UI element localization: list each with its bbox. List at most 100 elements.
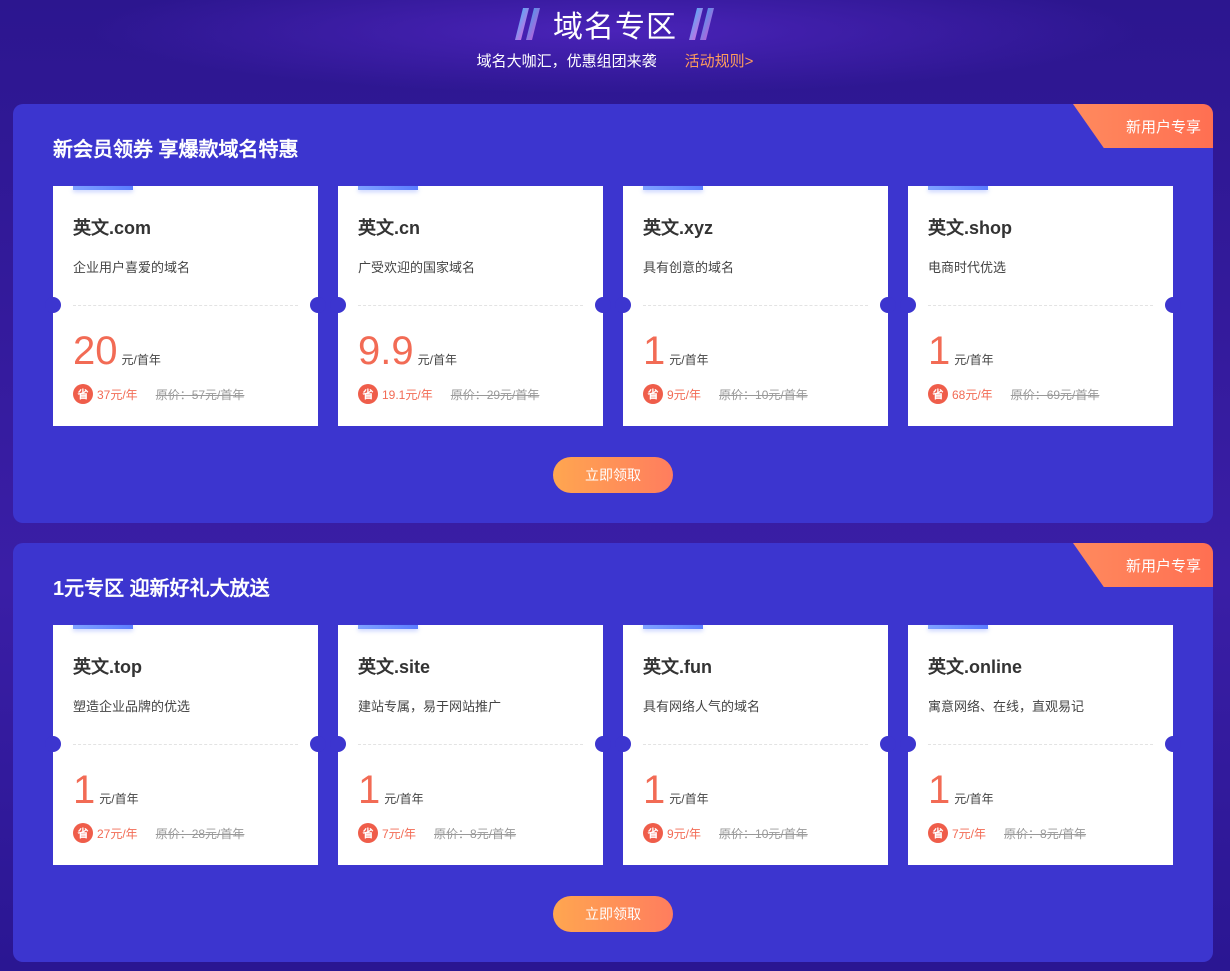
domain-card[interactable]: 英文.fun 具有网络人气的域名 1 元/首年 省 9元/年 原价：10元/首年 xyxy=(615,625,896,865)
domain-desc: 广受欢迎的国家域名 xyxy=(358,260,476,275)
card-accent-bar xyxy=(643,625,703,629)
title-row: 域名专区 xyxy=(0,2,1230,46)
divider xyxy=(643,744,868,745)
domain-card[interactable]: 英文.cn 广受欢迎的国家域名 9.9 元/首年 省 19.1元/年 原价：29… xyxy=(330,186,611,426)
domain-desc: 具有网络人气的域名 xyxy=(643,699,761,714)
price-value: 1 xyxy=(643,768,666,812)
save-row: 省 9元/年 原价：10元/首年 xyxy=(643,384,808,404)
save-icon: 省 xyxy=(643,823,663,843)
domain-desc: 塑造企业品牌的优选 xyxy=(73,699,191,714)
ticket-notch xyxy=(595,297,611,313)
domain-desc: 具有创意的域名 xyxy=(643,260,735,275)
price-unit: 元/首年 xyxy=(669,353,709,367)
divider xyxy=(73,305,298,306)
ticket-notch xyxy=(900,297,916,313)
price-value: 1 xyxy=(928,768,951,812)
domain-card[interactable]: 英文.top 塑造企业品牌的优选 1 元/首年 省 27元/年 原价：28元/首… xyxy=(45,625,326,865)
section-panel-new-member: 新会员领券 享爆款域名特惠 新用户专享 英文.com 企业用户喜爱的域名 20 … xyxy=(13,104,1213,523)
ticket-notch xyxy=(310,297,326,313)
slogan-text: 域名大咖汇，优惠组团来袭 xyxy=(476,53,657,70)
domain-name: 英文.cn xyxy=(358,218,421,238)
original-price: 原价：69元/首年 xyxy=(1010,387,1100,402)
section-title: 新会员领券 享爆款域名特惠 xyxy=(53,139,299,161)
save-icon: 省 xyxy=(358,823,378,843)
ticket-notch xyxy=(615,736,631,752)
original-price: 原价：10元/首年 xyxy=(719,387,808,402)
save-row: 省 9元/年 原价：10元/首年 xyxy=(643,823,808,843)
save-amount: 27元/年 xyxy=(97,826,138,841)
domain-name: 英文.xyz xyxy=(643,218,714,238)
save-amount: 37元/年 xyxy=(97,387,138,402)
price-unit: 元/首年 xyxy=(954,792,994,806)
divider xyxy=(358,744,583,745)
save-row: 省 68元/年 原价：69元/首年 xyxy=(928,384,1099,404)
claim-button[interactable]: 立即领取 xyxy=(553,457,673,493)
original-price: 原价：8元/首年 xyxy=(1004,826,1087,841)
ticket-notch xyxy=(330,736,346,752)
save-icon: 省 xyxy=(73,384,93,404)
domain-name: 英文.shop xyxy=(928,218,1012,238)
domain-card[interactable]: 英文.site 建站专属，易于网站推广 1 元/首年 省 7元/年 原价：8元/… xyxy=(330,625,611,865)
slash-deco-icon xyxy=(689,8,714,40)
price-value: 9.9 xyxy=(358,329,414,373)
price-value: 1 xyxy=(928,329,951,373)
domain-name: 英文.fun xyxy=(643,657,712,677)
divider xyxy=(73,744,298,745)
save-amount: 9元/年 xyxy=(667,387,702,402)
card-accent-bar xyxy=(358,625,418,629)
price-unit: 元/首年 xyxy=(384,792,424,806)
domain-name: 英文.site xyxy=(358,657,431,677)
section-title: 1元专区 迎新好礼大放送 xyxy=(53,578,270,600)
ticket-notch xyxy=(900,736,916,752)
save-row: 省 7元/年 原价：8元/首年 xyxy=(358,823,516,843)
save-icon: 省 xyxy=(928,823,948,843)
price-row: 9.9 元/首年 xyxy=(358,326,457,376)
ticket-notch xyxy=(45,297,61,313)
claim-button[interactable]: 立即领取 xyxy=(553,896,673,932)
domain-name: 英文.top xyxy=(73,657,142,677)
save-icon: 省 xyxy=(928,384,948,404)
ticket-notch xyxy=(595,736,611,752)
price-row: 1 元/首年 xyxy=(928,326,994,376)
ticket-notch xyxy=(1165,297,1181,313)
domain-desc: 电商时代优选 xyxy=(928,260,1007,275)
card-list: 英文.com 企业用户喜爱的域名 20 元/首年 省 37元/年 原价：57元/… xyxy=(45,186,1181,426)
divider xyxy=(928,744,1153,745)
save-row: 省 27元/年 原价：28元/首年 xyxy=(73,823,244,843)
price-row: 1 元/首年 xyxy=(358,765,424,815)
new-user-badge: 新用户专享 xyxy=(1073,104,1213,148)
activity-rules-link[interactable]: 活动规则> xyxy=(685,50,754,71)
divider xyxy=(358,305,583,306)
ticket-notch xyxy=(880,736,896,752)
original-price: 原价：10元/首年 xyxy=(719,826,808,841)
price-row: 1 元/首年 xyxy=(73,765,139,815)
section-panel-one-yuan: 1元专区 迎新好礼大放送 新用户专享 英文.top 塑造企业品牌的优选 1 元/… xyxy=(13,543,1213,962)
original-price: 原价：29元/首年 xyxy=(450,387,540,402)
card-accent-bar xyxy=(73,625,133,629)
domain-card[interactable]: 英文.com 企业用户喜爱的域名 20 元/首年 省 37元/年 原价：57元/… xyxy=(45,186,326,426)
price-unit: 元/首年 xyxy=(954,353,994,367)
price-value: 1 xyxy=(643,329,666,373)
price-unit: 元/首年 xyxy=(99,792,139,806)
save-amount: 9元/年 xyxy=(667,826,702,841)
save-amount: 7元/年 xyxy=(952,826,987,841)
save-row: 省 19.1元/年 原价：29元/首年 xyxy=(358,384,539,404)
card-list: 英文.top 塑造企业品牌的优选 1 元/首年 省 27元/年 原价：28元/首… xyxy=(45,625,1181,865)
price-value: 1 xyxy=(358,768,381,812)
original-price: 原价：8元/首年 xyxy=(434,826,517,841)
price-unit: 元/首年 xyxy=(417,353,457,367)
ticket-notch xyxy=(330,297,346,313)
domain-card[interactable]: 英文.online 寓意网络、在线，直观易记 1 元/首年 省 7元/年 原价：… xyxy=(900,625,1181,865)
new-user-badge: 新用户专享 xyxy=(1073,543,1213,587)
price-value: 20 xyxy=(73,329,118,373)
ticket-notch xyxy=(880,297,896,313)
domain-card[interactable]: 英文.xyz 具有创意的域名 1 元/首年 省 9元/年 原价：10元/首年 xyxy=(615,186,896,426)
slash-deco-icon xyxy=(515,8,540,40)
price-value: 1 xyxy=(73,768,96,812)
price-unit: 元/首年 xyxy=(121,353,161,367)
save-row: 省 37元/年 原价：57元/首年 xyxy=(73,384,244,404)
domain-card[interactable]: 英文.shop 电商时代优选 1 元/首年 省 68元/年 原价：69元/首年 xyxy=(900,186,1181,426)
ticket-notch xyxy=(615,297,631,313)
price-row: 1 元/首年 xyxy=(643,765,709,815)
page-title: 域名专区 xyxy=(553,10,677,45)
